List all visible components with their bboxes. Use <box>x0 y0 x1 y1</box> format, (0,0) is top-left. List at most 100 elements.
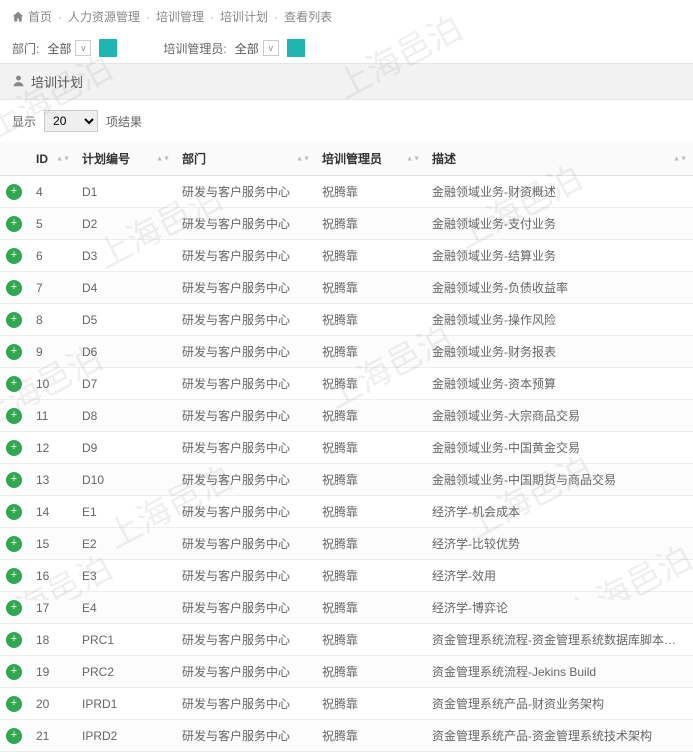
cell-id: 12 <box>30 432 76 464</box>
cell-dept: 研发与客户服务中心 <box>176 688 316 720</box>
cell-mgr: 祝腾靠 <box>316 176 426 208</box>
show-suffix: 项结果 <box>106 113 142 130</box>
cell-plan: E2 <box>76 528 176 560</box>
cell-desc: 金融领域业务-财务报表 <box>426 336 693 368</box>
dept-filter-apply-button[interactable] <box>99 39 117 57</box>
col-header-desc[interactable]: 描述▲▼ <box>426 142 693 176</box>
cell-mgr: 祝腾靠 <box>316 368 426 400</box>
table-row: +17E4研发与客户服务中心祝腾靠经济学-博弈论 <box>0 592 693 624</box>
expand-row-button[interactable]: + <box>6 504 22 520</box>
col-header-id[interactable]: ID▲▼ <box>30 142 76 176</box>
cell-plan: D9 <box>76 432 176 464</box>
expand-row-button[interactable]: + <box>6 600 22 616</box>
expand-row-button[interactable]: + <box>6 728 22 744</box>
cell-id: 8 <box>30 304 76 336</box>
sort-icon: ▲▼ <box>296 156 310 161</box>
table-row: +20IPRD1研发与客户服务中心祝腾靠资金管理系统产品-财资业务架构 <box>0 688 693 720</box>
expand-row-button[interactable]: + <box>6 696 22 712</box>
col-header-mgr[interactable]: 培训管理员▲▼ <box>316 142 426 176</box>
expand-row-button[interactable]: + <box>6 216 22 232</box>
table-row: +19PRC2研发与客户服务中心祝腾靠资金管理系统流程-Jekins Build <box>0 656 693 688</box>
cell-dept: 研发与客户服务中心 <box>176 400 316 432</box>
expand-row-button[interactable]: + <box>6 536 22 552</box>
expand-row-button[interactable]: + <box>6 312 22 328</box>
sort-icon: ▲▼ <box>673 156 687 161</box>
cell-dept: 研发与客户服务中心 <box>176 464 316 496</box>
expand-row-button[interactable]: + <box>6 280 22 296</box>
cell-mgr: 祝腾靠 <box>316 240 426 272</box>
table-row: +5D2研发与客户服务中心祝腾靠金融领域业务-支付业务 <box>0 208 693 240</box>
table-row: +11D8研发与客户服务中心祝腾靠金融领域业务-大宗商品交易 <box>0 400 693 432</box>
cell-plan: IPRD2 <box>76 720 176 752</box>
cell-id: 6 <box>30 240 76 272</box>
expand-row-button[interactable]: + <box>6 248 22 264</box>
cell-plan: D6 <box>76 336 176 368</box>
sort-icon: ▲▼ <box>56 156 70 161</box>
cell-desc: 金融领域业务-资本预算 <box>426 368 693 400</box>
home-icon <box>12 10 24 24</box>
col-header-plan[interactable]: 计划编号▲▼ <box>76 142 176 176</box>
cell-id: 19 <box>30 656 76 688</box>
cell-dept: 研发与客户服务中心 <box>176 240 316 272</box>
expand-row-button[interactable]: + <box>6 376 22 392</box>
cell-mgr: 祝腾靠 <box>316 336 426 368</box>
cell-mgr: 祝腾靠 <box>316 720 426 752</box>
breadcrumb-item: 查看列表 <box>284 8 332 25</box>
cell-plan: D3 <box>76 240 176 272</box>
col-header-dept[interactable]: 部门▲▼ <box>176 142 316 176</box>
dept-filter-value: 全部 <box>47 40 71 57</box>
dept-filter-dropdown[interactable]: v <box>75 40 91 56</box>
page-size-select[interactable]: 20 <box>44 110 98 132</box>
table-row: +13D10研发与客户服务中心祝腾靠金融领域业务-中国期货与商品交易 <box>0 464 693 496</box>
expand-row-button[interactable]: + <box>6 632 22 648</box>
breadcrumb-item[interactable]: 人力资源管理 <box>68 8 140 25</box>
cell-plan: D8 <box>76 400 176 432</box>
cell-plan: D7 <box>76 368 176 400</box>
table-row: +18PRC1研发与客户服务中心祝腾靠资金管理系统流程-资金管理系统数据库脚本修… <box>0 624 693 656</box>
cell-mgr: 祝腾靠 <box>316 528 426 560</box>
cell-mgr: 祝腾靠 <box>316 624 426 656</box>
training-plan-table: ID▲▼ 计划编号▲▼ 部门▲▼ 培训管理员▲▼ 描述▲▼ +4D1研发与客户服… <box>0 142 693 752</box>
cell-plan: PRC1 <box>76 624 176 656</box>
cell-dept: 研发与客户服务中心 <box>176 304 316 336</box>
cell-id: 7 <box>30 272 76 304</box>
cell-desc: 资金管理系统流程-Jekins Build <box>426 656 693 688</box>
expand-row-button[interactable]: + <box>6 344 22 360</box>
breadcrumb: 首页 · 人力资源管理 · 培训管理 · 培训计划 · 查看列表 <box>0 0 693 33</box>
cell-id: 13 <box>30 464 76 496</box>
filter-bar: 部门: 全部 v 培训管理员: 全部 v <box>0 33 693 63</box>
cell-plan: D2 <box>76 208 176 240</box>
cell-plan: E3 <box>76 560 176 592</box>
cell-desc: 经济学-效用 <box>426 560 693 592</box>
cell-plan: D10 <box>76 464 176 496</box>
expand-row-button[interactable]: + <box>6 184 22 200</box>
breadcrumb-home[interactable]: 首页 <box>28 8 52 25</box>
cell-dept: 研发与客户服务中心 <box>176 720 316 752</box>
expand-row-button[interactable]: + <box>6 472 22 488</box>
cell-id: 17 <box>30 592 76 624</box>
table-row: +15E2研发与客户服务中心祝腾靠经济学-比较优势 <box>0 528 693 560</box>
expand-row-button[interactable]: + <box>6 568 22 584</box>
cell-dept: 研发与客户服务中心 <box>176 176 316 208</box>
breadcrumb-item[interactable]: 培训计划 <box>220 8 268 25</box>
mgr-filter-apply-button[interactable] <box>287 39 305 57</box>
table-row: +4D1研发与客户服务中心祝腾靠金融领域业务-财资概述 <box>0 176 693 208</box>
sort-icon: ▲▼ <box>406 156 420 161</box>
mgr-filter-dropdown[interactable]: v <box>263 40 279 56</box>
mgr-filter-value: 全部 <box>235 40 259 57</box>
table-row: +14E1研发与客户服务中心祝腾靠经济学-机会成本 <box>0 496 693 528</box>
cell-id: 20 <box>30 688 76 720</box>
cell-desc: 经济学-博弈论 <box>426 592 693 624</box>
cell-desc: 资金管理系统产品-资金管理系统技术架构 <box>426 720 693 752</box>
cell-dept: 研发与客户服务中心 <box>176 528 316 560</box>
table-row: +7D4研发与客户服务中心祝腾靠金融领域业务-负债收益率 <box>0 272 693 304</box>
expand-row-button[interactable]: + <box>6 408 22 424</box>
sort-icon: ▲▼ <box>156 156 170 161</box>
cell-dept: 研发与客户服务中心 <box>176 592 316 624</box>
cell-dept: 研发与客户服务中心 <box>176 208 316 240</box>
cell-id: 11 <box>30 400 76 432</box>
expand-row-button[interactable]: + <box>6 440 22 456</box>
expand-row-button[interactable]: + <box>6 664 22 680</box>
cell-mgr: 祝腾靠 <box>316 560 426 592</box>
breadcrumb-item[interactable]: 培训管理 <box>156 8 204 25</box>
